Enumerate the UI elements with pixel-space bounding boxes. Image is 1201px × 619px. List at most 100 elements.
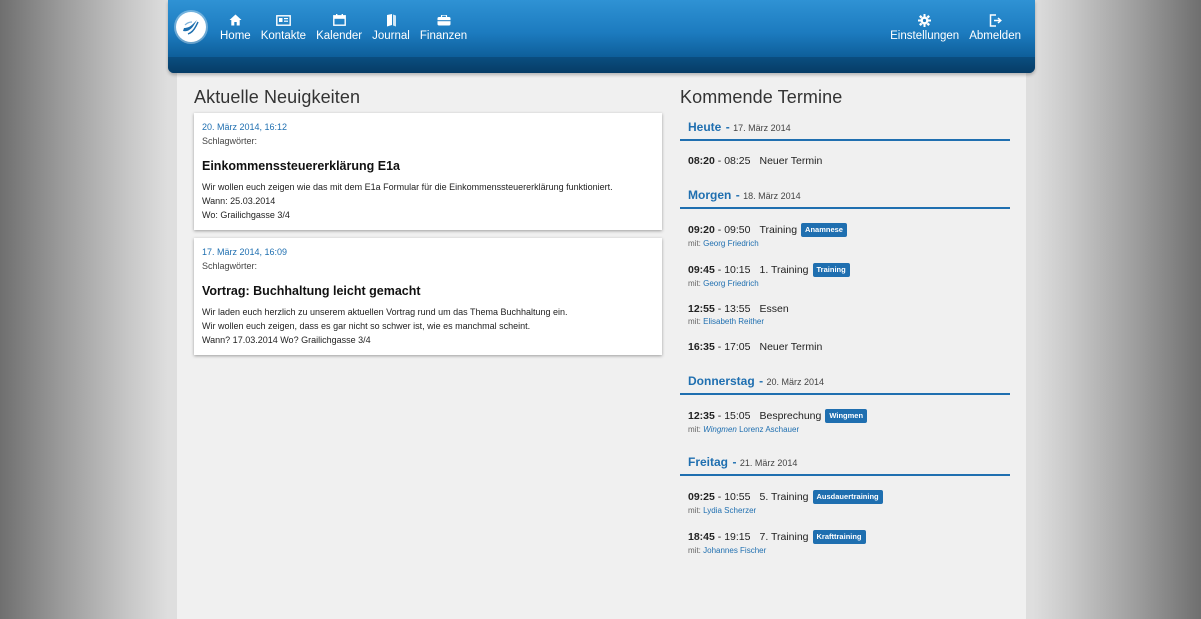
nav-finanzen[interactable]: Finanzen bbox=[415, 12, 472, 42]
event-start: 12:35 bbox=[688, 410, 715, 422]
news-title[interactable]: Vortrag: Buchhaltung leicht gemacht bbox=[202, 284, 654, 298]
nav-home[interactable]: Home bbox=[215, 12, 256, 42]
event-badge: Training bbox=[812, 263, 850, 277]
event-badge: Wingmen bbox=[825, 409, 868, 423]
calendar-icon bbox=[332, 12, 346, 28]
event-line: 09:20 - 09:50 Training Anamnese bbox=[688, 223, 1010, 237]
nav-right: Einstellungen Abmelden bbox=[885, 12, 1026, 42]
event-end: 10:55 bbox=[724, 491, 751, 503]
event-start: 09:25 bbox=[688, 491, 715, 503]
news-body-line: Wir wollen euch zeigen wie das mit dem E… bbox=[202, 182, 613, 192]
nav-abmelden-label: Abmelden bbox=[969, 30, 1021, 42]
event-with-prefix: mit: bbox=[688, 317, 701, 326]
event-title: 7. Training bbox=[759, 531, 809, 543]
event-badge: Krafttraining bbox=[812, 530, 866, 544]
nav-kontakte-label: Kontakte bbox=[260, 30, 307, 42]
event-dash: - bbox=[714, 491, 725, 503]
journal-icon bbox=[386, 12, 397, 28]
day-date: 18. März 2014 bbox=[743, 191, 801, 201]
news-body: Wir laden euch herzlich zu unserem aktue… bbox=[202, 305, 654, 347]
event-person[interactable]: Georg Friedrich bbox=[703, 279, 759, 288]
news-list: 20. März 2014, 16:12 Schlagwörter: Einko… bbox=[194, 113, 662, 363]
day-name: Morgen bbox=[688, 188, 732, 202]
event-start: 08:20 bbox=[688, 155, 715, 167]
event-item[interactable]: 09:25 - 10:55 5. Training Ausdauertraini… bbox=[680, 490, 1010, 515]
event-item[interactable]: 12:35 - 15:05 Besprechung Wingmen mit: W… bbox=[680, 409, 1010, 434]
day-header-freitag: Freitag - 21. März 2014 bbox=[680, 449, 1010, 476]
event-participants: mit: Georg Friedrich bbox=[688, 279, 1010, 288]
event-start: 09:45 bbox=[688, 264, 715, 276]
nav-einstellungen[interactable]: Einstellungen bbox=[885, 12, 964, 42]
event-dash: - bbox=[714, 410, 725, 422]
news-tags: Schlagwörter: bbox=[202, 261, 258, 271]
logo[interactable] bbox=[176, 12, 206, 42]
events-list: Heute - 17. März 2014 08:20 - 08:25 Neue… bbox=[680, 114, 1010, 570]
event-person[interactable]: Johannes Fischer bbox=[703, 546, 766, 555]
news-body-line: Wann: 25.03.2014 bbox=[202, 196, 276, 206]
nav-kalender-label: Kalender bbox=[316, 30, 363, 42]
event-item[interactable]: 16:35 - 17:05 Neuer Termin bbox=[680, 341, 1010, 353]
nav-left: Home Kontakte Kalender Journal Finanzen bbox=[215, 12, 472, 42]
event-item[interactable]: 18:45 - 19:15 7. Training Krafttraining … bbox=[680, 530, 1010, 555]
event-end: 10:15 bbox=[724, 264, 751, 276]
event-person[interactable]: Lydia Scherzer bbox=[703, 506, 756, 515]
event-item[interactable]: 08:20 - 08:25 Neuer Termin bbox=[680, 155, 1010, 167]
logout-icon bbox=[989, 12, 1002, 28]
nav-kontakte[interactable]: Kontakte bbox=[256, 12, 311, 42]
navbar-shade bbox=[168, 57, 1035, 73]
finance-icon bbox=[437, 12, 451, 28]
event-person[interactable]: Lorenz Aschauer bbox=[739, 425, 799, 434]
event-line: 12:55 - 13:55 Essen bbox=[688, 303, 1010, 315]
event-participants: mit: Lydia Scherzer bbox=[688, 506, 1010, 515]
top-navbar: Home Kontakte Kalender Journal Finanzen bbox=[168, 0, 1035, 73]
nav-home-label: Home bbox=[220, 30, 251, 42]
event-line: 09:25 - 10:55 5. Training Ausdauertraini… bbox=[688, 490, 1010, 504]
event-line: 18:45 - 19:15 7. Training Krafttraining bbox=[688, 530, 1010, 544]
event-end: 09:50 bbox=[724, 224, 751, 236]
day-name: Donnerstag bbox=[688, 374, 755, 388]
event-end: 19:15 bbox=[724, 531, 751, 543]
event-dash: - bbox=[714, 531, 725, 543]
event-item[interactable]: 09:20 - 09:50 Training Anamnese mit: Geo… bbox=[680, 223, 1010, 248]
news-body: Wir wollen euch zeigen wie das mit dem E… bbox=[202, 180, 654, 222]
logo-icon bbox=[183, 20, 199, 35]
event-company[interactable]: Wingmen bbox=[703, 425, 737, 434]
event-dash: - bbox=[714, 224, 725, 236]
event-line: 16:35 - 17:05 Neuer Termin bbox=[688, 341, 1010, 353]
day-separator: - bbox=[732, 455, 740, 469]
day-header-donnerstag: Donnerstag - 20. März 2014 bbox=[680, 368, 1010, 395]
day-name: Heute bbox=[688, 120, 722, 134]
news-body-line: Wann? 17.03.2014 Wo? Grailichgasse 3/4 bbox=[202, 335, 371, 345]
event-start: 18:45 bbox=[688, 531, 715, 543]
event-title: Besprechung bbox=[759, 410, 822, 422]
event-dash: - bbox=[714, 264, 725, 276]
day-name: Freitag bbox=[688, 455, 729, 469]
gear-icon bbox=[918, 12, 932, 28]
news-date[interactable]: 20. März 2014, 16:12 bbox=[202, 122, 654, 132]
event-start: 12:55 bbox=[688, 303, 715, 315]
nav-journal-label: Journal bbox=[372, 30, 410, 42]
nav-abmelden[interactable]: Abmelden bbox=[964, 12, 1026, 42]
event-line: 12:35 - 15:05 Besprechung Wingmen bbox=[688, 409, 1010, 423]
nav-kalender[interactable]: Kalender bbox=[311, 12, 367, 42]
nav-journal[interactable]: Journal bbox=[367, 12, 415, 42]
news-title[interactable]: Einkommenssteuererklärung E1a bbox=[202, 159, 654, 173]
event-participants: mit: Elisabeth Reither bbox=[688, 317, 1010, 326]
event-participants: mit: Georg Friedrich bbox=[688, 239, 1010, 248]
event-end: 17:05 bbox=[724, 341, 751, 353]
event-title: Essen bbox=[759, 303, 789, 315]
day-date: 17. März 2014 bbox=[733, 123, 791, 133]
event-item[interactable]: 09:45 - 10:15 1. Training Training mit: … bbox=[680, 263, 1010, 288]
event-participants: mit: Johannes Fischer bbox=[688, 546, 1010, 555]
event-person[interactable]: Elisabeth Reither bbox=[703, 317, 764, 326]
event-with-prefix: mit: bbox=[688, 546, 701, 555]
event-badge: Ausdauertraining bbox=[812, 490, 883, 504]
day-date: 21. März 2014 bbox=[739, 458, 798, 468]
nav-einstellungen-label: Einstellungen bbox=[890, 30, 960, 42]
event-with-prefix: mit: bbox=[688, 279, 701, 288]
event-person[interactable]: Georg Friedrich bbox=[703, 239, 759, 248]
day-header-heute: Heute - 17. März 2014 bbox=[680, 114, 1010, 141]
nav-finanzen-label: Finanzen bbox=[419, 30, 468, 42]
event-item[interactable]: 12:55 - 13:55 Essen mit: Elisabeth Reith… bbox=[680, 303, 1010, 326]
news-date[interactable]: 17. März 2014, 16:09 bbox=[202, 247, 654, 257]
